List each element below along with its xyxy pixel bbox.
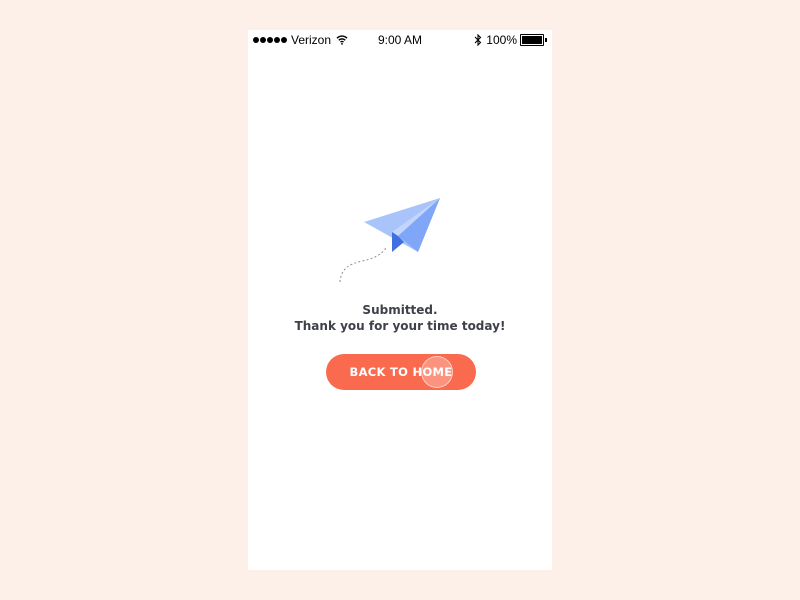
status-bar: Verizon 9:00 AM 100% <box>248 30 552 50</box>
status-right: 100% <box>474 33 547 47</box>
back-to-home-button[interactable]: BACK TO HOME <box>326 354 476 390</box>
battery-icon <box>520 34 547 46</box>
back-to-home-label: BACK TO HOME <box>349 365 453 379</box>
battery-percent: 100% <box>486 33 517 47</box>
thank-you-text: Thank you for your time today! <box>294 319 506 333</box>
confirmation-message: Submitted. Thank you for your time today… <box>248 302 552 334</box>
submitted-text: Submitted. <box>362 303 438 317</box>
bluetooth-icon <box>474 34 482 46</box>
paper-plane-icon <box>339 198 440 283</box>
phone-screen: Verizon 9:00 AM 100% Submitted. Thank yo… <box>248 30 552 570</box>
